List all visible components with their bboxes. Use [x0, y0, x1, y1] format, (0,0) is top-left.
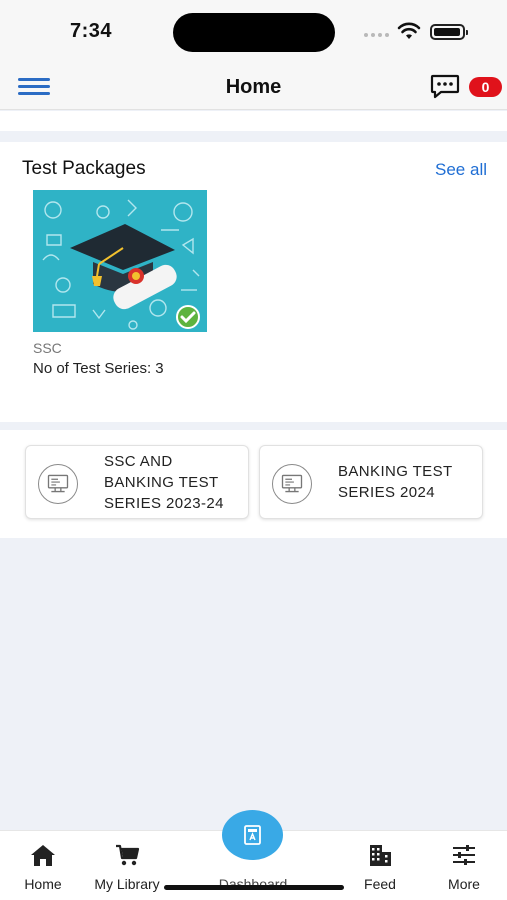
cart-icon [116, 844, 140, 866]
package-thumbnail [33, 190, 207, 332]
tab-feed[interactable]: Feed [340, 831, 420, 900]
tab-label: More [448, 876, 480, 892]
series-title-line: BANKING TEST [104, 474, 219, 491]
series-title-line: SERIES 2024 [338, 484, 435, 501]
test-packages-section: Test Packages See all SSC No of Test Ser… [0, 142, 507, 422]
banner-strip [0, 111, 507, 131]
computer-test-icon [38, 464, 78, 504]
chat-icon[interactable] [430, 74, 460, 100]
dynamic-island [173, 13, 335, 52]
tab-more[interactable]: More [424, 831, 504, 900]
tab-label: Home [24, 876, 62, 892]
package-category: SSC [33, 340, 62, 356]
see-all-link[interactable]: See all [435, 160, 487, 180]
building-icon [370, 845, 391, 866]
package-card[interactable]: SSC No of Test Series: 3 [33, 190, 209, 380]
section-title: Test Packages [22, 158, 146, 179]
test-series-row: SSC AND BANKING TEST SERIES 2023-24 BANK… [0, 430, 507, 538]
status-time: 7:34 [70, 20, 113, 42]
tab-home[interactable]: Home [3, 831, 83, 900]
app-header: Home 0 [0, 62, 507, 110]
series-title-line: BANKING TEST [338, 463, 453, 480]
graduation-cap-illustration [33, 190, 207, 332]
tab-label: My Library [94, 876, 160, 892]
wifi-icon [397, 22, 421, 39]
series-card-banking[interactable]: BANKING TEST SERIES 2024 [259, 445, 483, 519]
cellular-signal-icon [364, 33, 389, 37]
dashboard-fab-button[interactable] [222, 810, 283, 860]
tab-my-library[interactable]: My Library [86, 831, 168, 900]
tab-label: Feed [364, 876, 396, 892]
package-series-count: No of Test Series: 3 [33, 360, 164, 377]
computer-test-icon [272, 464, 312, 504]
home-icon [31, 845, 55, 866]
sliders-icon [453, 845, 475, 865]
status-bar: 7:34 [0, 0, 507, 62]
series-card-ssc-banking[interactable]: SSC AND BANKING TEST SERIES 2023-24 [25, 445, 249, 519]
series-title-line: SERIES 2023-24 [104, 495, 224, 512]
battery-icon [430, 24, 468, 40]
home-indicator [164, 885, 344, 890]
series-title-line: SSC AND [104, 453, 173, 470]
dashboard-icon [244, 825, 261, 845]
notification-badge[interactable]: 0 [469, 77, 502, 97]
